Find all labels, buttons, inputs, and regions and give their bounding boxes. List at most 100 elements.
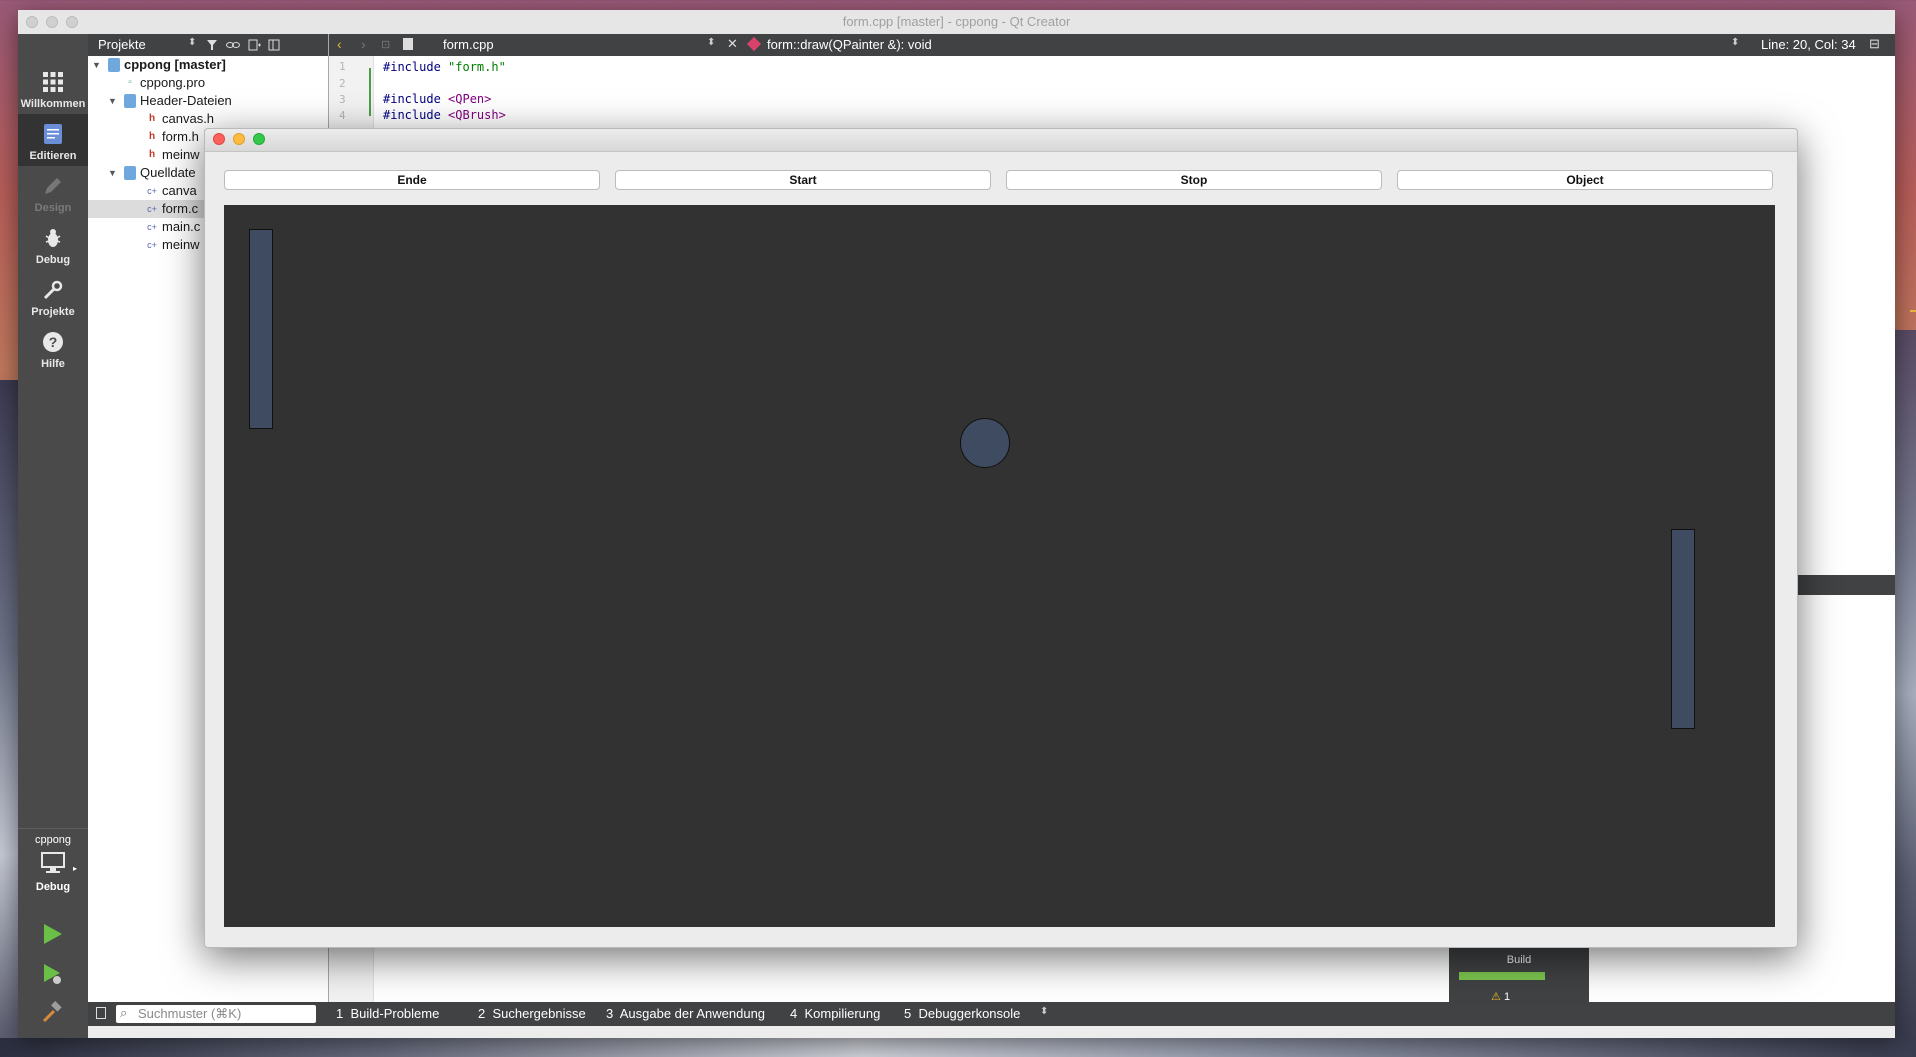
project-panel-header: Projekte ⬍ bbox=[88, 34, 328, 56]
mode-welcome-button[interactable]: Willkommen bbox=[18, 62, 88, 114]
tab-application-output[interactable]: 3 Ausgabe der Anwendung bbox=[606, 1002, 765, 1026]
forward-arrow-icon[interactable]: › bbox=[361, 36, 366, 52]
tree-item-header-folder[interactable]: ▼ Header-Dateien bbox=[88, 92, 328, 110]
mode-design-button[interactable]: Design bbox=[18, 166, 88, 218]
function-select-arrow-icon[interactable]: ⬍ bbox=[1731, 37, 1739, 48]
app-minimize-button[interactable] bbox=[233, 133, 245, 145]
filter-icon[interactable] bbox=[206, 39, 218, 51]
debug-play-icon bbox=[44, 964, 61, 984]
tab-compile-output[interactable]: 4 Kompilierung bbox=[790, 1002, 880, 1026]
locator-search[interactable]: ⌕ Suchmuster (⌘K) bbox=[116, 1005, 316, 1023]
tree-item-label: main.c bbox=[162, 219, 201, 234]
mode-debug-label: Debug bbox=[35, 254, 71, 266]
code-directive: #include bbox=[383, 92, 449, 106]
build-button[interactable] bbox=[40, 1000, 64, 1027]
mode-help-button[interactable]: ? Hilfe bbox=[18, 322, 88, 374]
close-file-icon[interactable]: ✕ bbox=[727, 36, 738, 52]
more-tabs-icon[interactable]: ⬍ bbox=[1040, 1006, 1048, 1017]
mode-divider bbox=[18, 828, 88, 829]
grid-icon bbox=[43, 72, 63, 92]
file-select-arrow-icon[interactable]: ⬍ bbox=[707, 37, 715, 48]
header-file-icon: h bbox=[148, 149, 156, 160]
build-progress-track bbox=[1459, 972, 1545, 980]
end-button[interactable]: Ende bbox=[224, 170, 600, 190]
editor-file-name[interactable]: form.cpp bbox=[443, 37, 494, 52]
start-button[interactable]: Start bbox=[615, 170, 991, 190]
mode-debug-button[interactable]: Debug bbox=[18, 218, 88, 270]
cpp-file-icon: c+ bbox=[147, 222, 157, 232]
mode-projects-button[interactable]: Projekte bbox=[18, 270, 88, 322]
expand-arrow-icon[interactable]: ▼ bbox=[92, 56, 101, 74]
git-change-marker bbox=[369, 68, 371, 116]
expand-arrow-icon[interactable]: ▼ bbox=[108, 164, 117, 182]
debug-run-button[interactable] bbox=[40, 962, 64, 989]
tree-item-file[interactable]: h canvas.h bbox=[88, 110, 328, 128]
monitor-icon bbox=[41, 852, 65, 873]
code-line[interactable]: #include <QPen> bbox=[383, 91, 491, 107]
link-icon[interactable] bbox=[226, 39, 240, 51]
expand-arrow-icon[interactable]: ▼ bbox=[108, 92, 117, 110]
minimize-window-button[interactable] bbox=[46, 16, 58, 28]
function-selector[interactable]: form::draw(QPainter &): void bbox=[767, 37, 932, 52]
warning-scroll-marker bbox=[1910, 310, 1916, 312]
kit-config-label: Debug bbox=[35, 881, 71, 893]
code-directive: #include bbox=[383, 60, 449, 74]
sidebar-toggle-icon[interactable] bbox=[96, 1007, 106, 1019]
qt-titlebar: form.cpp [master] - cppong - Qt Creator bbox=[18, 10, 1895, 35]
code-line[interactable]: #include <QBrush> bbox=[383, 107, 506, 123]
mode-edit-button[interactable]: Editieren bbox=[18, 114, 88, 166]
game-canvas[interactable] bbox=[224, 205, 1775, 927]
line-number: 3 bbox=[339, 93, 346, 106]
folder-icon bbox=[124, 166, 136, 180]
desktop-wallpaper-left bbox=[0, 380, 18, 1057]
code-line[interactable]: #include "form.h" bbox=[383, 59, 506, 75]
cursor-position[interactable]: Line: 20, Col: 34 bbox=[1761, 37, 1856, 52]
left-paddle bbox=[249, 229, 273, 429]
cpp-file-icon: c+ bbox=[147, 186, 157, 196]
play-icon bbox=[44, 924, 62, 944]
tree-item-label: form.c bbox=[162, 201, 199, 216]
kit-selector[interactable]: cppong ▸ Debug bbox=[18, 834, 88, 904]
tab-debugger-console[interactable]: 5 Debuggerkonsole bbox=[904, 1002, 1020, 1026]
project-panel-title: Projekte bbox=[98, 37, 146, 52]
wrench-icon bbox=[43, 280, 63, 300]
close-sidebar-icon[interactable] bbox=[268, 39, 280, 51]
object-button[interactable]: Object bbox=[1397, 170, 1773, 190]
tab-build-problems[interactable]: 1 Build-Probleme bbox=[336, 1002, 439, 1026]
zoom-window-button[interactable] bbox=[66, 16, 78, 28]
svg-text:?: ? bbox=[49, 334, 58, 350]
view-select-arrow-icon[interactable]: ⬍ bbox=[188, 37, 196, 48]
lock-icon: ⊡ bbox=[381, 39, 391, 51]
close-window-button[interactable] bbox=[26, 16, 38, 28]
line-number: 2 bbox=[339, 77, 346, 90]
stop-button[interactable]: Stop bbox=[1006, 170, 1382, 190]
tree-item-pro-file[interactable]: ▫ cppong.pro bbox=[88, 74, 328, 92]
app-zoom-button[interactable] bbox=[253, 133, 265, 145]
tree-item-label: cppong [master] bbox=[124, 57, 226, 72]
tree-item-project[interactable]: ▼ cppong [master] bbox=[88, 56, 328, 74]
run-button[interactable] bbox=[40, 922, 64, 949]
mode-help-label: Hilfe bbox=[41, 358, 65, 370]
tree-item-label: Header-Dateien bbox=[140, 93, 232, 108]
tab-search-results[interactable]: 2 Suchergebnisse bbox=[478, 1002, 586, 1026]
hammer-icon bbox=[42, 1001, 62, 1023]
back-arrow-icon[interactable]: ‹ bbox=[337, 36, 342, 52]
split-editor-icon[interactable]: ⊟ bbox=[1869, 36, 1880, 52]
header-file-icon: h bbox=[148, 131, 156, 142]
tree-item-label: cppong.pro bbox=[140, 75, 206, 90]
help-icon: ? bbox=[43, 332, 63, 352]
document-icon bbox=[403, 38, 413, 50]
app-close-button[interactable] bbox=[213, 133, 225, 145]
pro-file-icon: ▫ bbox=[128, 77, 132, 88]
tree-item-label: meinw bbox=[162, 147, 200, 162]
kit-arrow-icon: ▸ bbox=[73, 864, 78, 873]
pong-app-window: Ende Start Stop Object bbox=[204, 128, 1798, 948]
split-icon[interactable] bbox=[248, 39, 262, 51]
qt-window-title: form.cpp [master] - cppong - Qt Creator bbox=[842, 14, 1071, 29]
right-paddle bbox=[1671, 529, 1695, 729]
app-titlebar bbox=[205, 129, 1797, 152]
build-progress-fill bbox=[1459, 972, 1545, 980]
kit-project-label: cppong bbox=[34, 834, 72, 846]
editor-toolbar: ‹ › ⊡ form.cpp ⬍ ✕ form::draw(QPainter &… bbox=[329, 34, 1895, 56]
mode-design-label: Design bbox=[34, 202, 72, 214]
